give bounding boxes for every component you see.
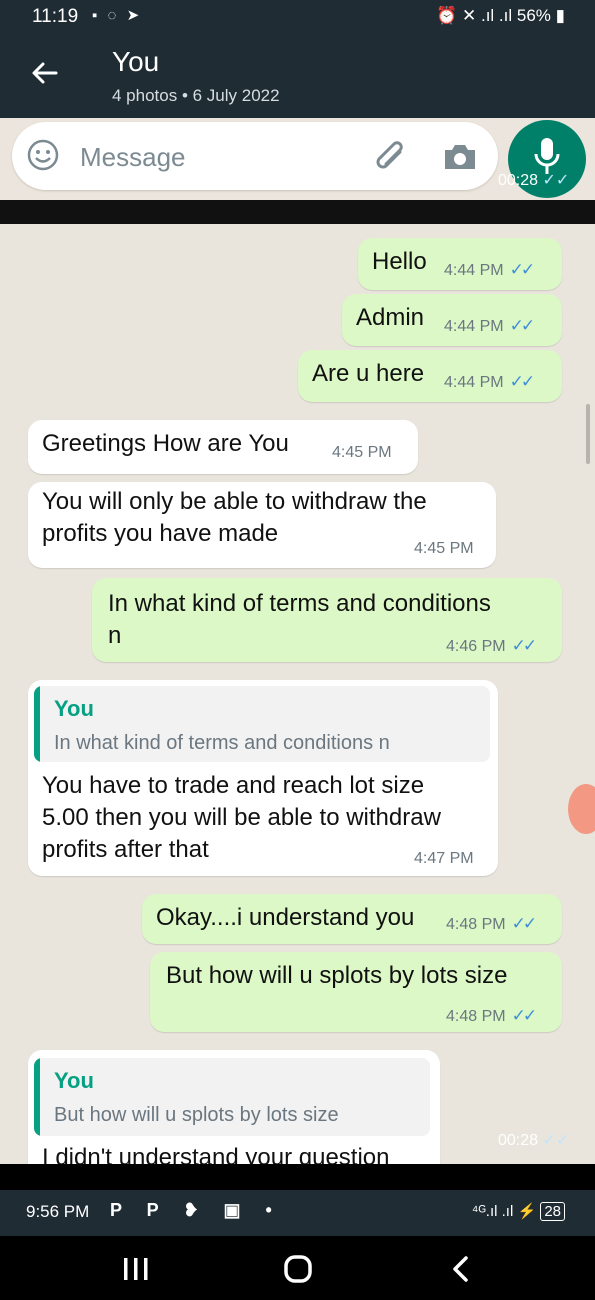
message-time: 4:45 PM [414, 540, 474, 557]
quote-sender: You [54, 1068, 94, 1093]
message-text: I didn't understand your question [42, 1144, 390, 1164]
message-bubble[interactable]: Admin 4:44 PM ✓✓ [342, 294, 562, 346]
video-ticks: ✓✓ [542, 1132, 570, 1149]
message-text-line-1: You have to trade and reach lot size [42, 772, 425, 799]
system-right-icons: ⁴ᴳ.ıl .ıl ⚡ 28 [471, 1202, 565, 1221]
video-elapsed-label: 00:28 [498, 1132, 539, 1149]
message-text-line-2: n [108, 622, 122, 649]
camera-icon[interactable] [442, 142, 478, 172]
notification-app-icons: P P ❥ ▣ • [110, 1200, 282, 1220]
message-bubble[interactable]: You will only be able to withdraw the pr… [28, 482, 496, 568]
message-time: 4:45 PM [332, 444, 392, 461]
message-bubble[interactable]: You In what kind of terms and conditions… [28, 680, 498, 876]
system-time: 9:56 PM [26, 1202, 90, 1221]
message-time: 4:47 PM [414, 850, 474, 867]
read-receipt-icon: ✓✓ [511, 914, 537, 933]
status-time: 11:19 [32, 6, 79, 27]
video-elapsed: 00:28 ✓✓ [498, 170, 569, 190]
divider-band [0, 200, 595, 224]
message-text: But how will u splots by lots size [166, 962, 508, 989]
emoji-icon[interactable] [26, 138, 60, 172]
message-meta: 4:44 PM ✓✓ [444, 372, 535, 392]
quoted-message[interactable]: You But how will u splots by lots size [34, 1058, 430, 1136]
read-receipt-icon: ✓✓ [509, 316, 535, 335]
message-meta: 4:48 PM ✓✓ [446, 1006, 537, 1026]
attach-icon[interactable] [372, 138, 412, 178]
message-meta: 4:44 PM ✓✓ [444, 316, 535, 336]
message-text: Greetings How are You [42, 430, 289, 457]
message-bubble[interactable]: In what kind of terms and conditions n 4… [92, 578, 562, 662]
quote-text: But how will u splots by lots size [54, 1104, 339, 1126]
back-nav-icon[interactable] [442, 1254, 482, 1284]
message-time: 4:44 PM [444, 374, 504, 391]
quote-text: In what kind of terms and conditions n [54, 732, 390, 754]
message-text-line-1: In what kind of terms and conditions [108, 590, 491, 617]
media-info: 4 photos • 6 July 2022 [112, 86, 280, 105]
message-text-line-2: 5.00 then you will be able to withdraw [42, 804, 441, 831]
message-time: 4:46 PM [446, 638, 506, 655]
chat-header: You 4 photos • 6 July 2022 [0, 34, 595, 118]
system-status-bar: 9:56 PM P P ❥ ▣ • ⁴ᴳ.ıl .ıl ⚡ 28 [0, 1190, 595, 1236]
message-text-line-1: You will only be able to withdraw the [42, 488, 427, 515]
message-text: Are u here [312, 360, 425, 387]
recents-icon[interactable] [116, 1254, 156, 1284]
message-meta: 4:46 PM ✓✓ [446, 636, 537, 656]
message-time: 4:48 PM [446, 916, 506, 933]
home-icon[interactable] [278, 1254, 318, 1284]
message-text-line-2: profits you have made [42, 520, 279, 547]
navigation-bar [0, 1236, 595, 1300]
read-receipt-icon: ✓✓ [509, 372, 535, 391]
quote-accent-bar [34, 686, 40, 762]
message-bubble[interactable]: But how will u splots by lots size 4:48 … [150, 952, 562, 1032]
read-receipt-icon: ✓✓ [509, 260, 535, 279]
video-elapsed-label: 00:28 [498, 172, 539, 189]
message-bubble[interactable]: Are u here 4:44 PM ✓✓ [298, 350, 562, 402]
notification-icons: ▪ ◌ ➤ [92, 7, 143, 24]
battery-level: 56% [516, 6, 551, 25]
message-meta: 4:44 PM ✓✓ [444, 260, 535, 280]
message-time: 4:48 PM [446, 1008, 506, 1025]
message-bubble[interactable]: Okay....i understand you 4:48 PM ✓✓ [142, 894, 562, 944]
chat-area[interactable]: Hello 4:44 PM ✓✓ Admin 4:44 PM ✓✓ Are u he… [0, 224, 595, 1164]
back-arrow-icon[interactable] [30, 58, 60, 88]
message-bubble[interactable]: You But how will u splots by lots size I… [28, 1050, 440, 1164]
scrollbar[interactable] [586, 404, 590, 464]
floating-indicator[interactable] [568, 784, 595, 834]
read-receipt-icon: ✓✓ [511, 636, 537, 655]
quote-sender: You [54, 696, 94, 721]
message-time: 4:44 PM [444, 262, 504, 279]
video-ticks: ✓✓ [542, 172, 570, 189]
message-input[interactable]: Message [12, 122, 498, 190]
battery-icon: ▮ [555, 6, 565, 25]
status-bar: 11:19 ▪ ◌ ➤ ⏰ ✕ .ıl .ıl 56% ▮ [0, 0, 595, 34]
battery-level: 28 [540, 1202, 565, 1221]
message-meta: 4:48 PM ✓✓ [446, 914, 537, 934]
message-time: 4:44 PM [444, 318, 504, 335]
signal-icon: ⏰ ✕ .ıl .ıl [436, 6, 513, 25]
app-letters: P P [110, 1200, 169, 1220]
video-elapsed-bottom: 00:28 ✓✓ [498, 1130, 569, 1150]
quoted-message[interactable]: You In what kind of terms and conditions… [34, 686, 490, 762]
message-placeholder: Message [80, 142, 186, 172]
message-text: Admin [356, 304, 425, 331]
read-receipt-icon: ✓✓ [511, 1006, 537, 1025]
message-bubble[interactable]: Greetings How are You 4:45 PM [28, 420, 418, 474]
compose-bar: Message 00:28 ✓✓ [0, 118, 595, 200]
signal-icon: ⁴ᴳ.ıl .ıl ⚡ [471, 1203, 537, 1220]
contact-name[interactable]: You [112, 46, 159, 78]
message-text: Okay....i understand you [156, 904, 415, 931]
quote-accent-bar [34, 1058, 40, 1136]
message-bubble[interactable]: Hello 4:44 PM ✓✓ [358, 238, 562, 290]
status-right: ⏰ ✕ .ıl .ıl 56% ▮ [436, 6, 565, 26]
message-text-line-3: profits after that [42, 836, 209, 863]
message-text: Hello [372, 248, 427, 275]
